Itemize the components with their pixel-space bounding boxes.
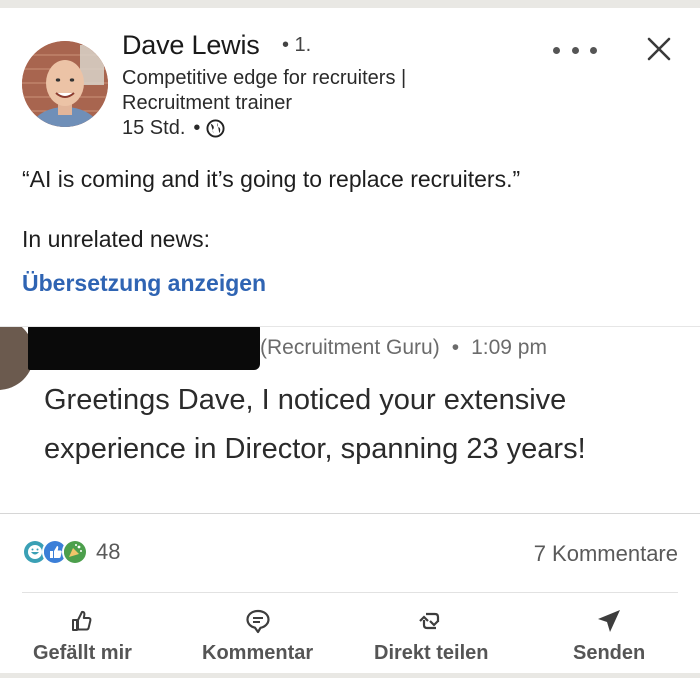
message-time: 1:09 pm (471, 336, 547, 359)
comments-count-link[interactable]: 7 Kommentare (534, 541, 678, 567)
repost-button[interactable]: Direkt teilen (374, 608, 488, 665)
send-button[interactable]: Senden (573, 608, 645, 665)
repost-icon (418, 608, 444, 634)
comment-label: Kommentar (202, 642, 314, 664)
globe-icon (206, 119, 225, 138)
meta-separator: • (451, 336, 460, 359)
celebrate-reaction-icon (62, 539, 88, 565)
connection-degree: • 1. (282, 34, 312, 56)
like-label: Gefällt mir (33, 642, 132, 664)
send-icon (596, 608, 622, 634)
like-button[interactable]: Gefällt mir (33, 608, 132, 665)
author-name[interactable]: Dave Lewis (122, 30, 260, 61)
thumbs-up-icon (69, 608, 95, 634)
image-top-border (0, 326, 700, 327)
comment-icon (245, 608, 271, 634)
show-translation-link[interactable]: Übersetzung anzeigen (22, 270, 266, 297)
close-icon[interactable] (644, 34, 674, 64)
post-image[interactable]: (Recruitment Guru) • 1:09 pm Greetings Dav… (0, 326, 700, 514)
message-meta: (Recruitment Guru) • 1:09 pm (260, 336, 547, 360)
post-time: 15 Std. (122, 117, 186, 139)
post-text-line-2: In unrelated news: (22, 226, 210, 252)
message-text: Greetings Dave, I noticed your extensive… (44, 384, 586, 465)
more-options-icon[interactable] (553, 36, 597, 64)
post-text-line-1: “AI is coming and it’s going to replace … (22, 166, 521, 192)
reactions-summary[interactable]: 48 (22, 539, 120, 565)
author-avatar[interactable] (22, 41, 108, 127)
actions-divider (22, 592, 678, 593)
reaction-count: 48 (96, 539, 121, 564)
post-meta: 15 Std. • (122, 117, 225, 140)
image-bottom-border (0, 513, 700, 514)
send-label: Senden (573, 642, 646, 664)
repost-label: Direkt teilen (374, 642, 489, 664)
author-headline: Competitive edge for recruiters | Recrui… (122, 67, 407, 114)
feed-post-card: Dave Lewis • 1. Competitive edge for rec… (0, 8, 700, 673)
comment-button[interactable]: Kommentar (202, 608, 313, 665)
post-actions-bar: Gefällt mir Kommentar Direkt teilen Send… (0, 608, 700, 672)
sender-title: (Recruitment Guru) (260, 336, 440, 359)
meta-separator: • (193, 117, 201, 139)
redacted-sender-name (28, 326, 260, 370)
